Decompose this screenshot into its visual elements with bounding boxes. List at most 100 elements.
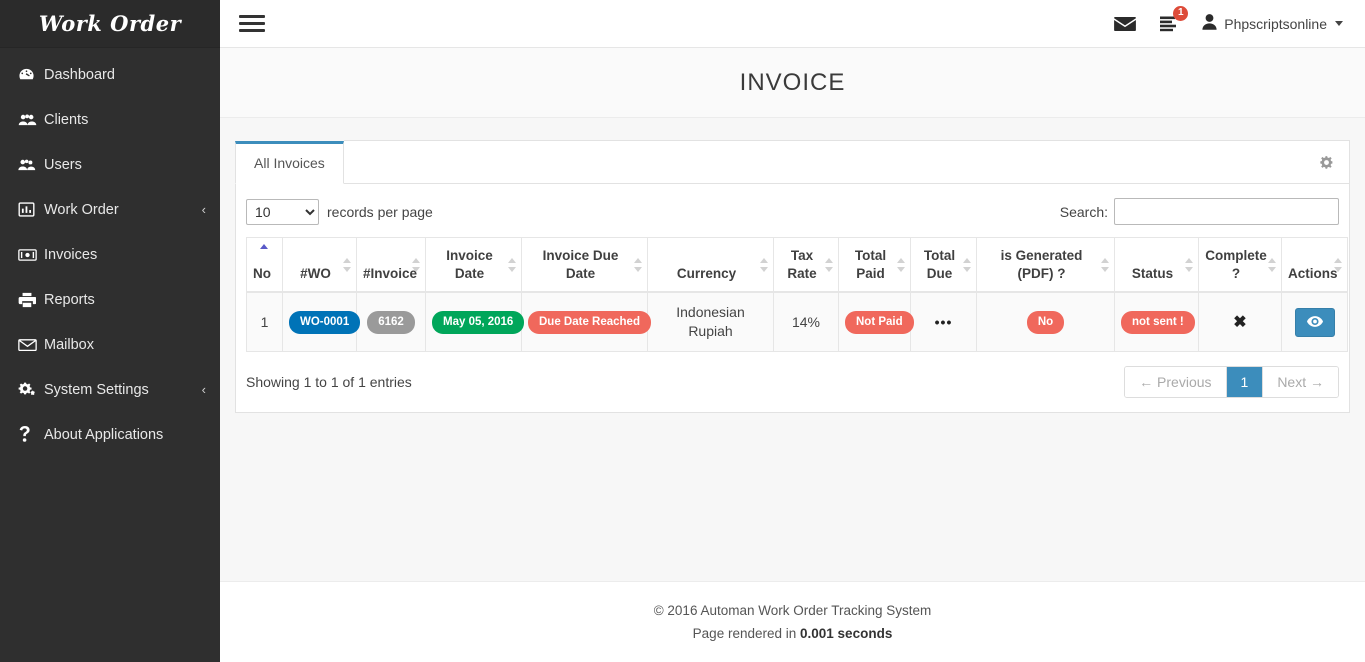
top-navbar: 1 Phpscriptsonline	[220, 0, 1365, 48]
sidebar-item-work-order[interactable]: Work Order ‹	[0, 187, 220, 232]
sort-icon	[897, 257, 906, 273]
column-label: Complete ?	[1205, 248, 1267, 282]
sidebar: Work Order Dashboard Clients Users Work …	[0, 0, 220, 662]
user-menu[interactable]: Phpscriptsonline	[1202, 14, 1343, 33]
search-input[interactable]	[1114, 198, 1339, 225]
news-list-icon[interactable]: 1	[1158, 6, 1189, 32]
sort-icon	[1101, 257, 1110, 273]
eye-icon	[1306, 313, 1323, 332]
cell-invoice-due-date: Due Date Reached	[521, 291, 651, 353]
column-header-total-due[interactable]: Total Due	[910, 237, 977, 294]
sort-asc-icon	[260, 244, 269, 253]
sidebar-item-system-settings[interactable]: System Settings ‹	[0, 367, 220, 412]
pagination-next[interactable]: Next →	[1263, 367, 1338, 398]
content-header: INVOICE	[220, 48, 1365, 118]
page-title: INVOICE	[739, 68, 846, 96]
sort-icon	[963, 257, 972, 273]
sidebar-item-mailbox[interactable]: Mailbox	[0, 322, 220, 367]
column-header-status[interactable]: Status	[1114, 237, 1199, 294]
column-header-tax-rate[interactable]: Tax Rate	[773, 237, 839, 294]
app-root: Work Order Dashboard Clients Users Work …	[0, 0, 1365, 662]
gear-icon[interactable]	[1319, 155, 1334, 170]
chevron-left-icon: ‹	[201, 202, 206, 217]
cell-currency: Indonesian Rupiah	[647, 291, 774, 353]
column-label: #Invoice	[363, 266, 418, 282]
pagination-previous[interactable]: ← Previous	[1125, 367, 1227, 398]
sidebar-item-label: Mailbox	[44, 336, 94, 353]
column-header-invoice-due-date[interactable]: Invoice Due Date	[521, 237, 648, 294]
sidebar-item-label: Users	[44, 156, 82, 173]
sidebar-item-dashboard[interactable]: Dashboard	[0, 52, 220, 97]
column-header-actions[interactable]: Actions	[1281, 237, 1348, 294]
sort-icon	[760, 257, 769, 273]
cell-status: not sent !	[1114, 291, 1199, 353]
envelope-icon[interactable]	[1114, 16, 1137, 32]
gears-icon	[18, 381, 44, 398]
sidebar-item-label: About Applications	[44, 426, 164, 443]
topbar-actions: 1 Phpscriptsonline	[1114, 6, 1343, 33]
sidebar-item-label: Dashboard	[44, 66, 115, 83]
page-length-select[interactable]: 10	[246, 198, 319, 225]
main-area: 1 Phpscriptsonline INVOICE All Invoices	[220, 0, 1365, 662]
page-footer: © 2016 Automan Work Order Tracking Syste…	[220, 581, 1365, 662]
sidebar-item-label: Invoices	[44, 246, 98, 263]
tab-all-invoices[interactable]: All Invoices	[235, 141, 344, 184]
column-header-invoice-date[interactable]: Invoice Date	[425, 237, 522, 294]
table-info: Showing 1 to 1 of 1 entries	[246, 374, 412, 391]
pagination: ← Previous 1 Next →	[1124, 366, 1339, 399]
sidebar-item-about-applications[interactable]: About Applications	[0, 412, 220, 457]
printer-icon	[18, 292, 44, 308]
x-mark-icon: ✖	[1233, 313, 1247, 331]
cell-no: 1	[246, 291, 283, 353]
sidebar-logo[interactable]: Work Order	[0, 0, 220, 48]
footer-render-prefix: Page rendered in	[692, 626, 797, 642]
users-cog-icon	[18, 157, 44, 173]
table-body: 1 WO-0001 6162 May 05, 2016 Due Date Rea…	[246, 291, 1348, 353]
column-label: Invoice Due Date	[542, 248, 619, 282]
column-header-total-paid[interactable]: Total Paid	[838, 237, 911, 294]
column-header-currency[interactable]: Currency	[647, 237, 774, 294]
column-label: Total Due	[923, 248, 956, 282]
sidebar-item-label: Clients	[44, 111, 89, 128]
column-header-wo[interactable]: #WO	[282, 237, 357, 294]
sort-icon	[1268, 257, 1277, 273]
question-mark-icon	[18, 426, 44, 443]
tab-strip: All Invoices	[235, 140, 1350, 184]
content-body: All Invoices 10 records per page Search:…	[220, 118, 1365, 582]
invoice-date-badge: May 05, 2016	[432, 311, 525, 334]
cell-actions	[1281, 291, 1348, 353]
column-header-invoice[interactable]: #Invoice	[356, 237, 426, 294]
cell-is-generated-pdf: No	[976, 291, 1115, 353]
cell-invoice: 6162	[356, 291, 426, 353]
sort-icon	[412, 257, 421, 273]
sidebar-item-invoices[interactable]: Invoices	[0, 232, 220, 277]
sidebar-logo-text: Work Order	[38, 11, 182, 36]
cell-total-due: •••	[910, 291, 977, 353]
records-per-page-label: records per page	[327, 203, 433, 220]
invoices-panel: All Invoices 10 records per page Search:…	[235, 140, 1350, 414]
sidebar-item-clients[interactable]: Clients	[0, 97, 220, 142]
sort-icon	[1334, 257, 1343, 273]
column-label: Actions	[1288, 266, 1338, 282]
invoices-table: No #WO #Invoice Invoice Date Invoice Due…	[246, 237, 1348, 353]
total-due-value: •••	[934, 313, 953, 330]
invoice-due-date-badge: Due Date Reached	[528, 311, 651, 334]
hamburger-bar	[239, 29, 265, 32]
cell-tax-rate: 14%	[773, 291, 839, 353]
chevron-down-icon	[1335, 21, 1343, 26]
column-header-no[interactable]: No	[246, 237, 283, 294]
pagination-page-1[interactable]: 1	[1226, 367, 1264, 398]
users-group-icon	[18, 112, 44, 128]
column-header-complete[interactable]: Complete ?	[1198, 237, 1282, 294]
sort-icon	[1185, 257, 1194, 273]
tab-strip-filler	[343, 140, 1350, 183]
column-header-is-generated-pdf[interactable]: is Generated (PDF) ?	[976, 237, 1115, 294]
hamburger-bar	[239, 15, 265, 18]
status-badge: not sent !	[1121, 311, 1195, 334]
hamburger-icon[interactable]	[238, 13, 266, 35]
sidebar-item-reports[interactable]: Reports	[0, 277, 220, 322]
sidebar-item-users[interactable]: Users	[0, 142, 220, 187]
sidebar-item-label: System Settings	[44, 381, 149, 398]
sidebar-nav: Dashboard Clients Users Work Order ‹ Inv…	[0, 48, 220, 457]
view-invoice-button[interactable]	[1294, 307, 1335, 337]
